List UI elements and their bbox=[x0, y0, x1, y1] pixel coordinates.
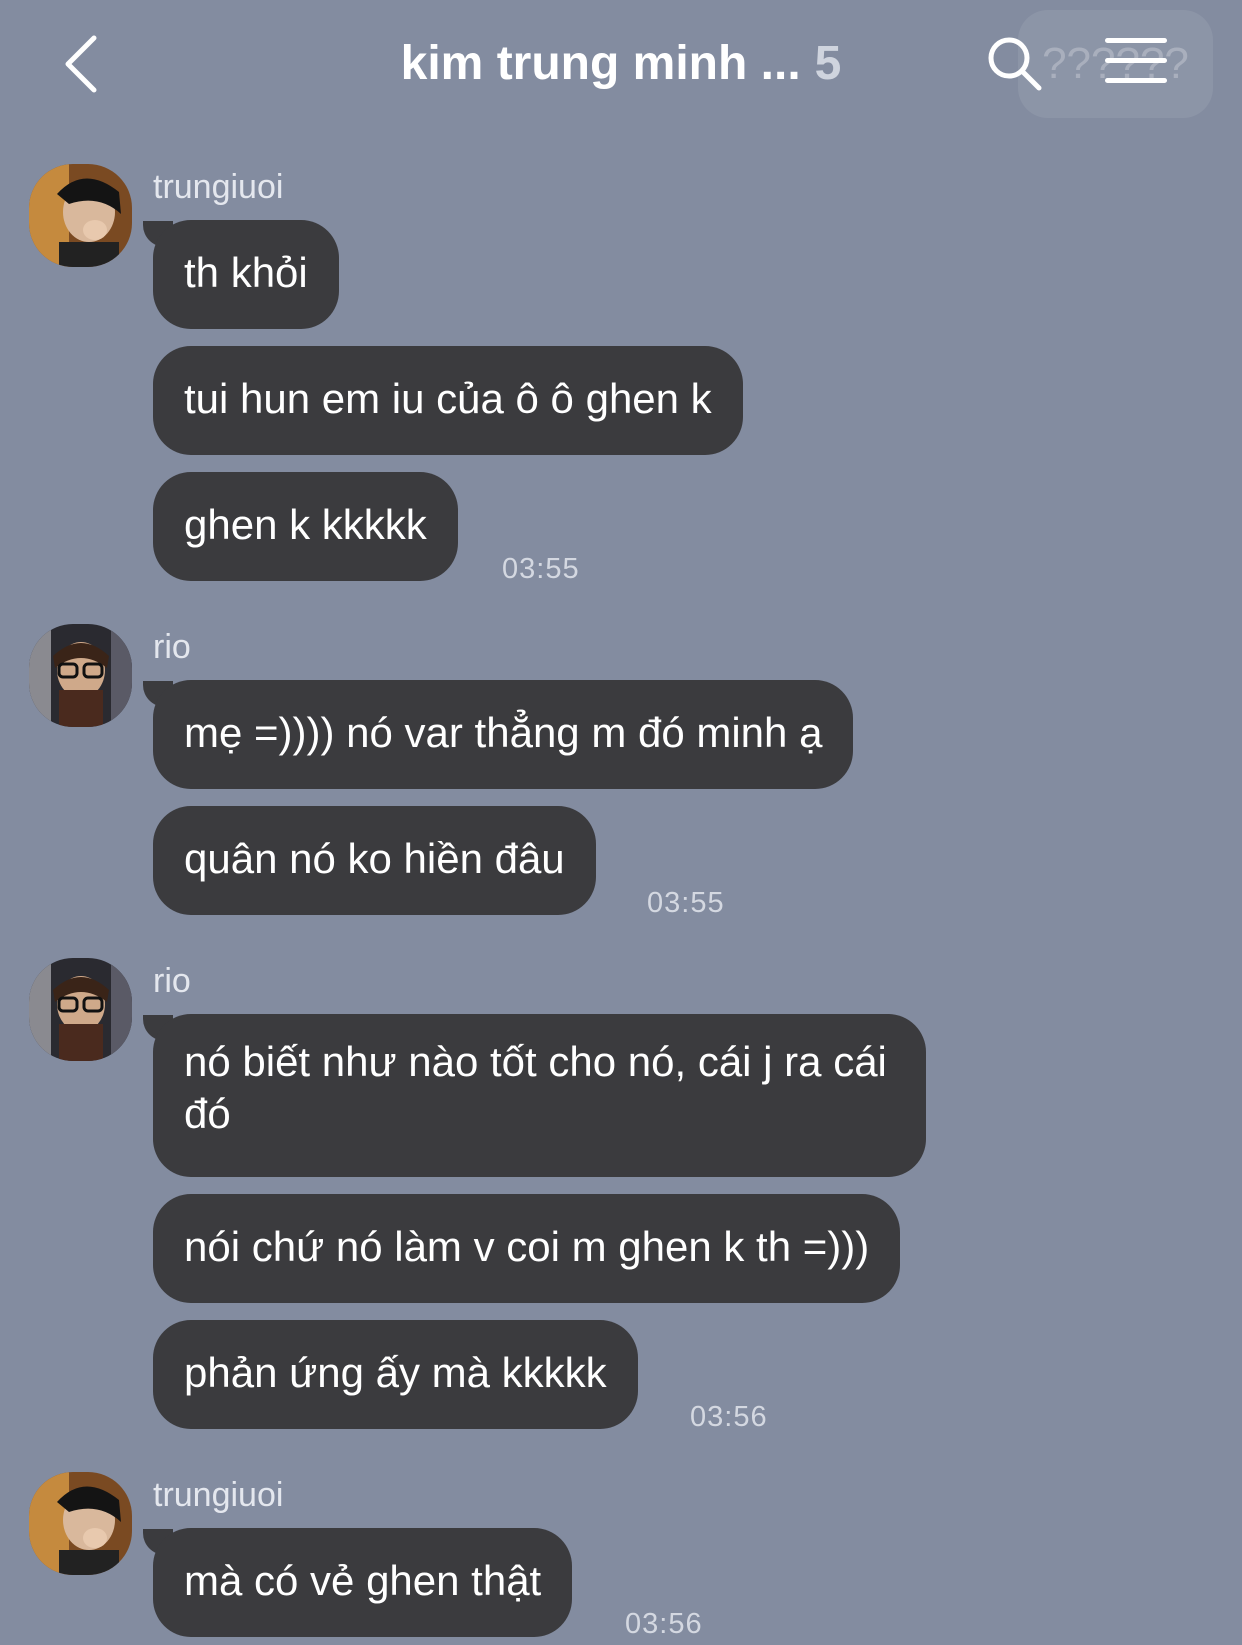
avatar-image bbox=[29, 164, 132, 267]
message-bubble[interactable]: tui hun em iu của ô ô ghen k bbox=[153, 346, 743, 455]
avatar-image bbox=[29, 958, 132, 1061]
avatar-image bbox=[29, 624, 132, 727]
message-bubble[interactable]: phản ứng ấy mà kkkkk bbox=[153, 1320, 638, 1429]
avatar-rio[interactable] bbox=[29, 624, 132, 727]
menu-icon bbox=[1105, 38, 1167, 43]
sender-name: rio bbox=[153, 962, 191, 1000]
avatar-rio[interactable] bbox=[29, 958, 132, 1061]
message-bubble[interactable]: mẹ =)))) nó var thẳng m đó minh ạ bbox=[153, 680, 854, 789]
search-button[interactable] bbox=[985, 34, 1045, 94]
sender-name: rio bbox=[153, 628, 191, 666]
message-bubble[interactable]: th khỏi bbox=[153, 220, 339, 329]
message-timestamp: 03:55 bbox=[502, 553, 580, 585]
avatar-image bbox=[29, 1472, 132, 1575]
message-bubble[interactable]: ghen k kkkkk bbox=[153, 472, 458, 581]
menu-button[interactable] bbox=[1105, 38, 1167, 88]
message-bubble[interactable]: nói chứ nó làm v coi m ghen k th =))) bbox=[153, 1194, 901, 1303]
chat-header: kim trung minh ... 5 ?????? bbox=[0, 0, 1242, 140]
search-icon bbox=[988, 37, 1042, 91]
sender-name: trungiuoi bbox=[153, 168, 284, 206]
message-timestamp: 03:56 bbox=[625, 1608, 703, 1640]
avatar-trungiuoi[interactable] bbox=[29, 164, 132, 267]
sender-name: trungiuoi bbox=[153, 1476, 284, 1514]
message-timestamp: 03:56 bbox=[690, 1401, 768, 1433]
avatar-trungiuoi[interactable] bbox=[29, 1472, 132, 1575]
message-bubble[interactable]: quân nó ko hiền đâu bbox=[153, 806, 596, 915]
message-timestamp: 03:55 bbox=[647, 887, 725, 919]
member-count: 5 bbox=[814, 37, 842, 90]
message-bubble[interactable]: nó biết như nào tốt cho nó, cái j ra cái… bbox=[153, 1014, 926, 1177]
chat-title-text: kim trung minh ... bbox=[400, 37, 801, 90]
message-bubble[interactable]: mà có vẻ ghen thật bbox=[153, 1528, 573, 1637]
